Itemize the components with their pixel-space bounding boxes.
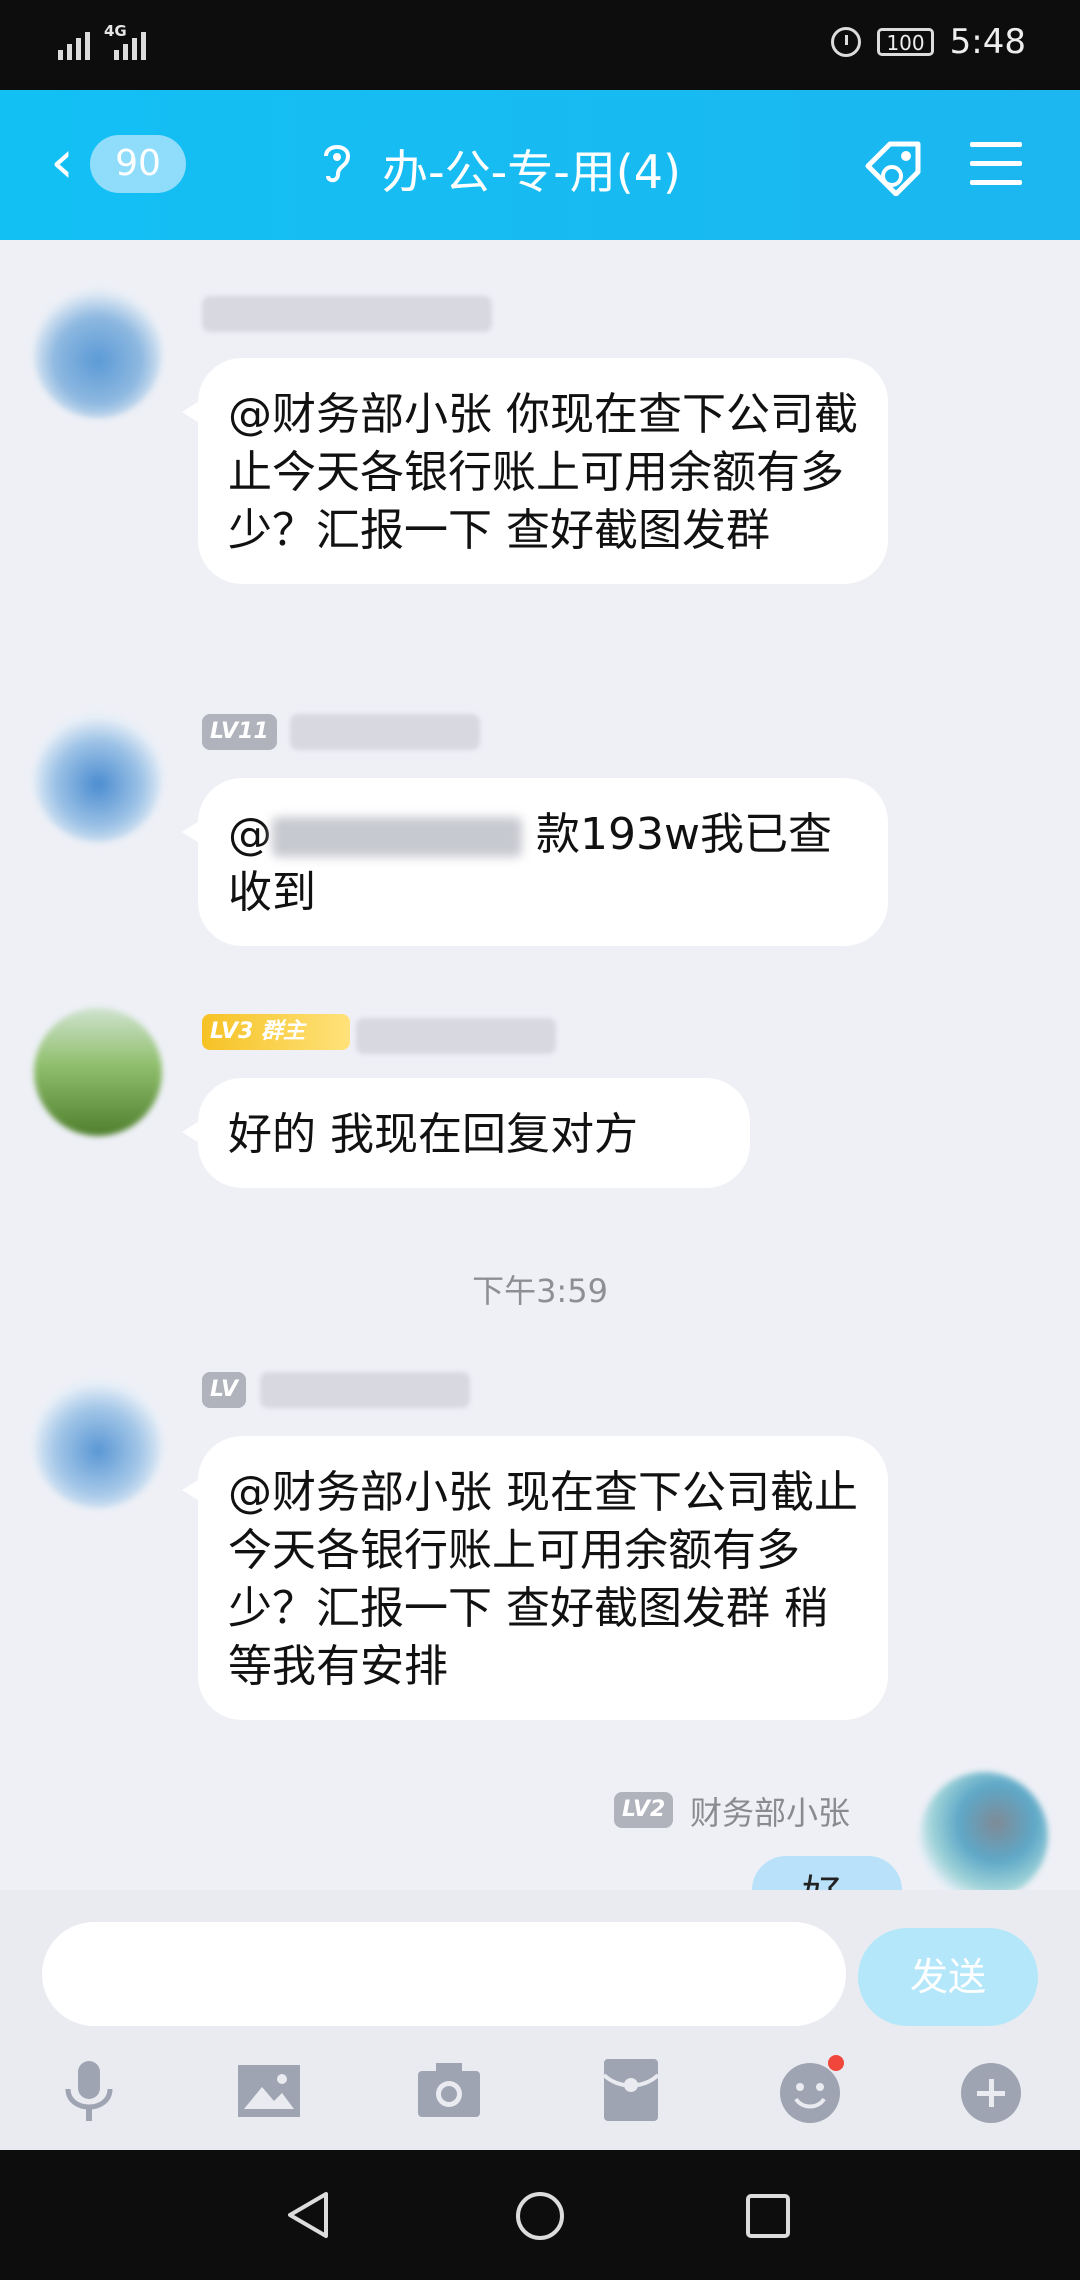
chat-title: 办-公-专-用(4)	[382, 145, 681, 199]
level-label: LV3	[210, 1019, 254, 1044]
avatar[interactable]	[34, 1380, 162, 1508]
network-type: 4G	[104, 22, 127, 40]
image-icon[interactable]	[234, 2055, 304, 2125]
redacted-text	[272, 817, 522, 857]
sender-name-redacted	[260, 1372, 470, 1408]
message-timestamp: 下午3:59	[472, 1272, 608, 1310]
alarm-icon	[831, 27, 862, 57]
avatar[interactable]	[34, 1008, 162, 1136]
message-text: 好的 我现在回复对方	[228, 1109, 638, 1160]
message-bubble[interactable]: @财务部小张 现在查下公司截止今天各银行账上可用余额有多少？汇报一下 查好截图发…	[182, 1436, 888, 1720]
nav-home-icon[interactable]	[514, 2190, 566, 2246]
signal-icon	[58, 26, 146, 60]
status-bar: 4G 100 5:48	[0, 0, 1080, 90]
plus-icon[interactable]	[956, 2055, 1026, 2125]
owner-level-badge: LV3 群主	[202, 1014, 350, 1050]
voice-icon[interactable]	[54, 2055, 124, 2125]
nav-back-icon[interactable]	[284, 2190, 334, 2244]
emoji-icon[interactable]	[776, 2055, 846, 2125]
message-bubble[interactable]: 好的 我现在回复对方	[182, 1078, 750, 1188]
battery-indicator: 100	[877, 28, 934, 56]
chat-header: ‹ 90 办-公-专-用(4)	[0, 90, 1080, 240]
level-badge: LV11	[202, 714, 277, 750]
back-icon[interactable]: ‹	[50, 132, 74, 192]
role-label: 群主	[261, 1019, 306, 1044]
status-time: 5:48	[949, 22, 1026, 62]
red-packet-icon[interactable]	[596, 2055, 666, 2125]
self-message-bubble[interactable]: 好	[752, 1856, 902, 1890]
message-text: @财务部小张 你现在查下公司截止今天各银行账上可用余额有多少？汇报一下 查好截图…	[228, 389, 858, 556]
composer-toolbar	[0, 2055, 1080, 2145]
avatar[interactable]	[34, 290, 162, 418]
message-input[interactable]	[42, 1922, 846, 2026]
message-text: @财务部小张 现在查下公司截止今天各银行账上可用余额有多少？汇报一下 查好截图发…	[228, 1467, 858, 1692]
menu-icon[interactable]	[970, 142, 1022, 199]
level-badge: LV	[202, 1372, 247, 1408]
system-nav-bar	[0, 2150, 1080, 2280]
sender-name-redacted	[290, 714, 480, 750]
avatar[interactable]	[34, 714, 162, 842]
composer-bar: 发送	[0, 1890, 1080, 2154]
send-button[interactable]: 发送	[858, 1928, 1038, 2026]
message-text-prefix: @	[228, 809, 272, 860]
self-sender-name: 财务部小张	[690, 1794, 851, 1832]
group-tag-icon[interactable]	[862, 136, 926, 197]
camera-icon[interactable]	[414, 2055, 484, 2125]
earpiece-mode-icon	[322, 140, 352, 195]
self-level-badge: LV2	[614, 1792, 674, 1828]
message-bubble[interactable]: @ 款193w我已查收到	[182, 778, 888, 946]
message-bubble[interactable]: @财务部小张 你现在查下公司截止今天各银行账上可用余额有多少？汇报一下 查好截图…	[182, 358, 888, 584]
self-message-text: 好	[802, 1862, 842, 1890]
self-avatar[interactable]	[920, 1772, 1048, 1900]
unread-badge[interactable]: 90	[90, 135, 186, 193]
sender-name-redacted	[202, 296, 492, 332]
nav-recents-icon[interactable]	[744, 2192, 792, 2244]
sender-name-redacted	[356, 1018, 556, 1054]
